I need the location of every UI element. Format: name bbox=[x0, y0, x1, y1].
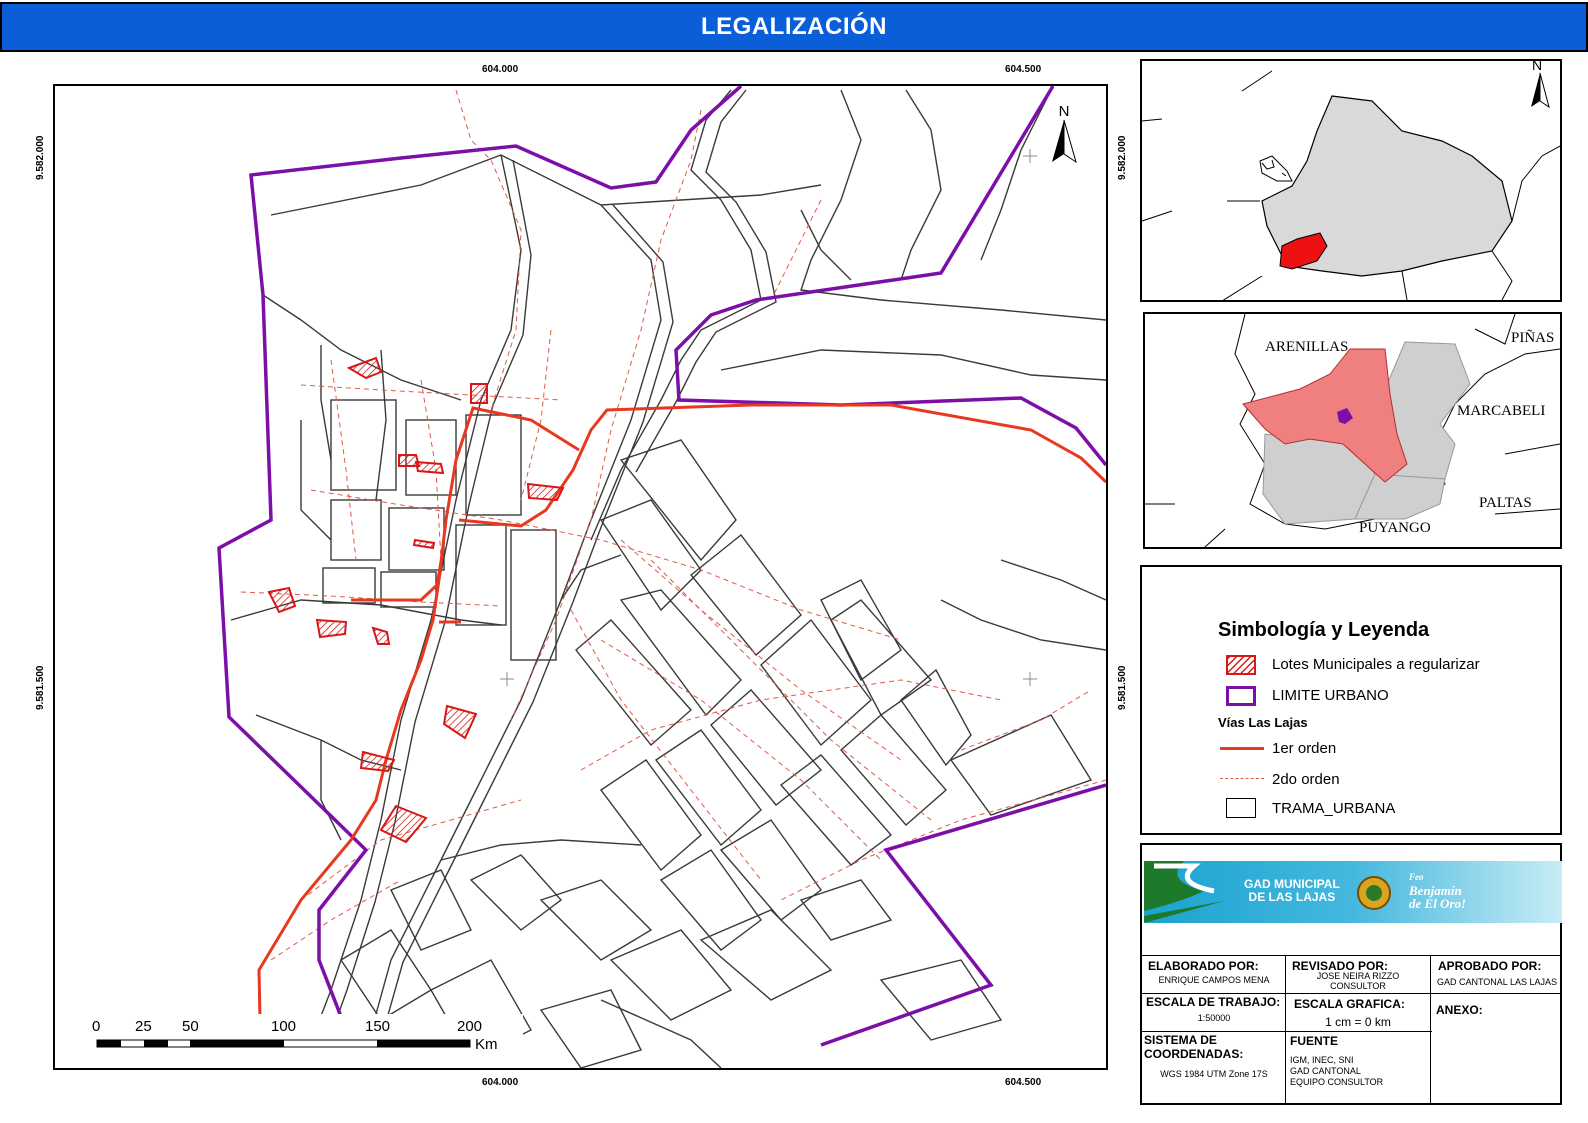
north-label: N bbox=[1059, 103, 1070, 120]
coord-left-2: 9.581.500 bbox=[35, 665, 46, 711]
aprobado-label: APROBADO POR: bbox=[1438, 959, 1542, 973]
inset-north-label: N bbox=[1532, 59, 1543, 73]
coord-bottom-2: 604.500 bbox=[1005, 1077, 1042, 1088]
legend-urban-fabric-swatch bbox=[1226, 798, 1256, 818]
label-arenillas: ARENILLAS bbox=[1265, 339, 1349, 355]
legend-secondary-road-swatch bbox=[1220, 778, 1264, 779]
scale-tick-200: 200 bbox=[457, 1018, 483, 1035]
main-map[interactable]: N 0 25 50 100 150 200 Km bbox=[53, 84, 1108, 1070]
page-title: LEGALIZACIÓN bbox=[0, 2, 1588, 52]
legend-secondary-road-label: 2do orden bbox=[1272, 771, 1340, 788]
legend-primary-road-label: 1er orden bbox=[1272, 740, 1337, 757]
inset-region-map: N bbox=[1140, 59, 1562, 302]
legend-primary-road-swatch bbox=[1220, 747, 1264, 750]
scale-bar bbox=[96, 1039, 471, 1048]
legend-urban-limit-swatch bbox=[1226, 686, 1256, 706]
urban-limit bbox=[217, 86, 1106, 1068]
urban-fabric bbox=[230, 89, 1106, 1068]
legend-urban-fabric-label: TRAMA_URBANA bbox=[1272, 800, 1396, 817]
scale-tick-150: 150 bbox=[365, 1018, 391, 1035]
coord-top-1: 604.000 bbox=[482, 64, 519, 75]
legend-title: Simbología y Leyenda bbox=[1218, 619, 1430, 641]
label-pinas: PIÑAS bbox=[1511, 330, 1555, 346]
revisado-value: JOSE NEIRA RIZZO CONSULTOR bbox=[1316, 971, 1400, 991]
anexo-label: ANEXO: bbox=[1436, 1003, 1483, 1017]
aprobado-value: GAD CANTONAL LAS LAJAS bbox=[1436, 977, 1558, 987]
elaborado-label: ELABORADO POR: bbox=[1148, 959, 1259, 973]
escala-trabajo-label: ESCALA DE TRABAJO: bbox=[1146, 995, 1281, 1009]
legend-roads-heading: Vías Las Lajas bbox=[1218, 715, 1308, 730]
label-marcabeli: MARCABELI bbox=[1457, 403, 1546, 419]
fuente-label: FUENTE bbox=[1290, 1034, 1338, 1048]
scale-unit: Km bbox=[475, 1036, 498, 1053]
scale-tick-0: 0 bbox=[92, 1018, 101, 1035]
escala-trabajo-value: 1:50000 bbox=[1197, 1013, 1231, 1023]
legend-urban-limit-label: LIMITE URBANO bbox=[1272, 687, 1389, 704]
coord-right-2: 9.581.500 bbox=[1117, 665, 1128, 711]
sistema-value: WGS 1984 UTM Zone 17S bbox=[1160, 1069, 1268, 1079]
escala-grafica-value: 1 cm = 0 km bbox=[1325, 1015, 1391, 1029]
gad-slogan: Feo Benjamín de El Oro! bbox=[1409, 872, 1467, 911]
label-puyango: PUYANGO bbox=[1359, 520, 1431, 536]
gad-banner: GAD MUNICIPAL DE LAS LAJAS Feo Benjamín … bbox=[1144, 861, 1562, 923]
scale-tick-50: 50 bbox=[182, 1018, 199, 1035]
title-block: GAD MUNICIPAL DE LAS LAJAS Feo Benjamín … bbox=[1140, 843, 1562, 1105]
gad-name: GAD MUNICIPAL DE LAS LAJAS bbox=[1244, 877, 1340, 904]
legend-lots-swatch bbox=[1226, 655, 1256, 675]
coord-left-1: 9.582.000 bbox=[35, 135, 46, 181]
coord-bottom-1: 604.000 bbox=[482, 1077, 519, 1088]
coord-top-2: 604.500 bbox=[1005, 64, 1042, 75]
north-arrow bbox=[1052, 119, 1077, 164]
sistema-label: SISTEMA DE COORDENADAS: bbox=[1144, 1033, 1244, 1061]
fuente-value: IGM, INEC, SNI GAD CANTONAL EQUIPO CONSU… bbox=[1290, 1055, 1384, 1087]
inset-canton-map: ARENILLAS PIÑAS MARCABELI PALTAS PUYANGO bbox=[1143, 312, 1562, 549]
legend-lots-label: Lotes Municipales a regularizar bbox=[1272, 656, 1480, 673]
legend-panel: Simbología y Leyenda Lotes Municipales a… bbox=[1140, 565, 1562, 835]
scale-tick-100: 100 bbox=[271, 1018, 297, 1035]
label-paltas: PALTAS bbox=[1479, 495, 1532, 511]
escala-grafica-label: ESCALA GRAFICA: bbox=[1294, 997, 1405, 1011]
coord-right-1: 9.582.000 bbox=[1117, 135, 1128, 181]
elaborado-value: ENRIQUE CAMPOS MENA bbox=[1158, 975, 1270, 985]
scale-tick-25: 25 bbox=[135, 1018, 152, 1035]
